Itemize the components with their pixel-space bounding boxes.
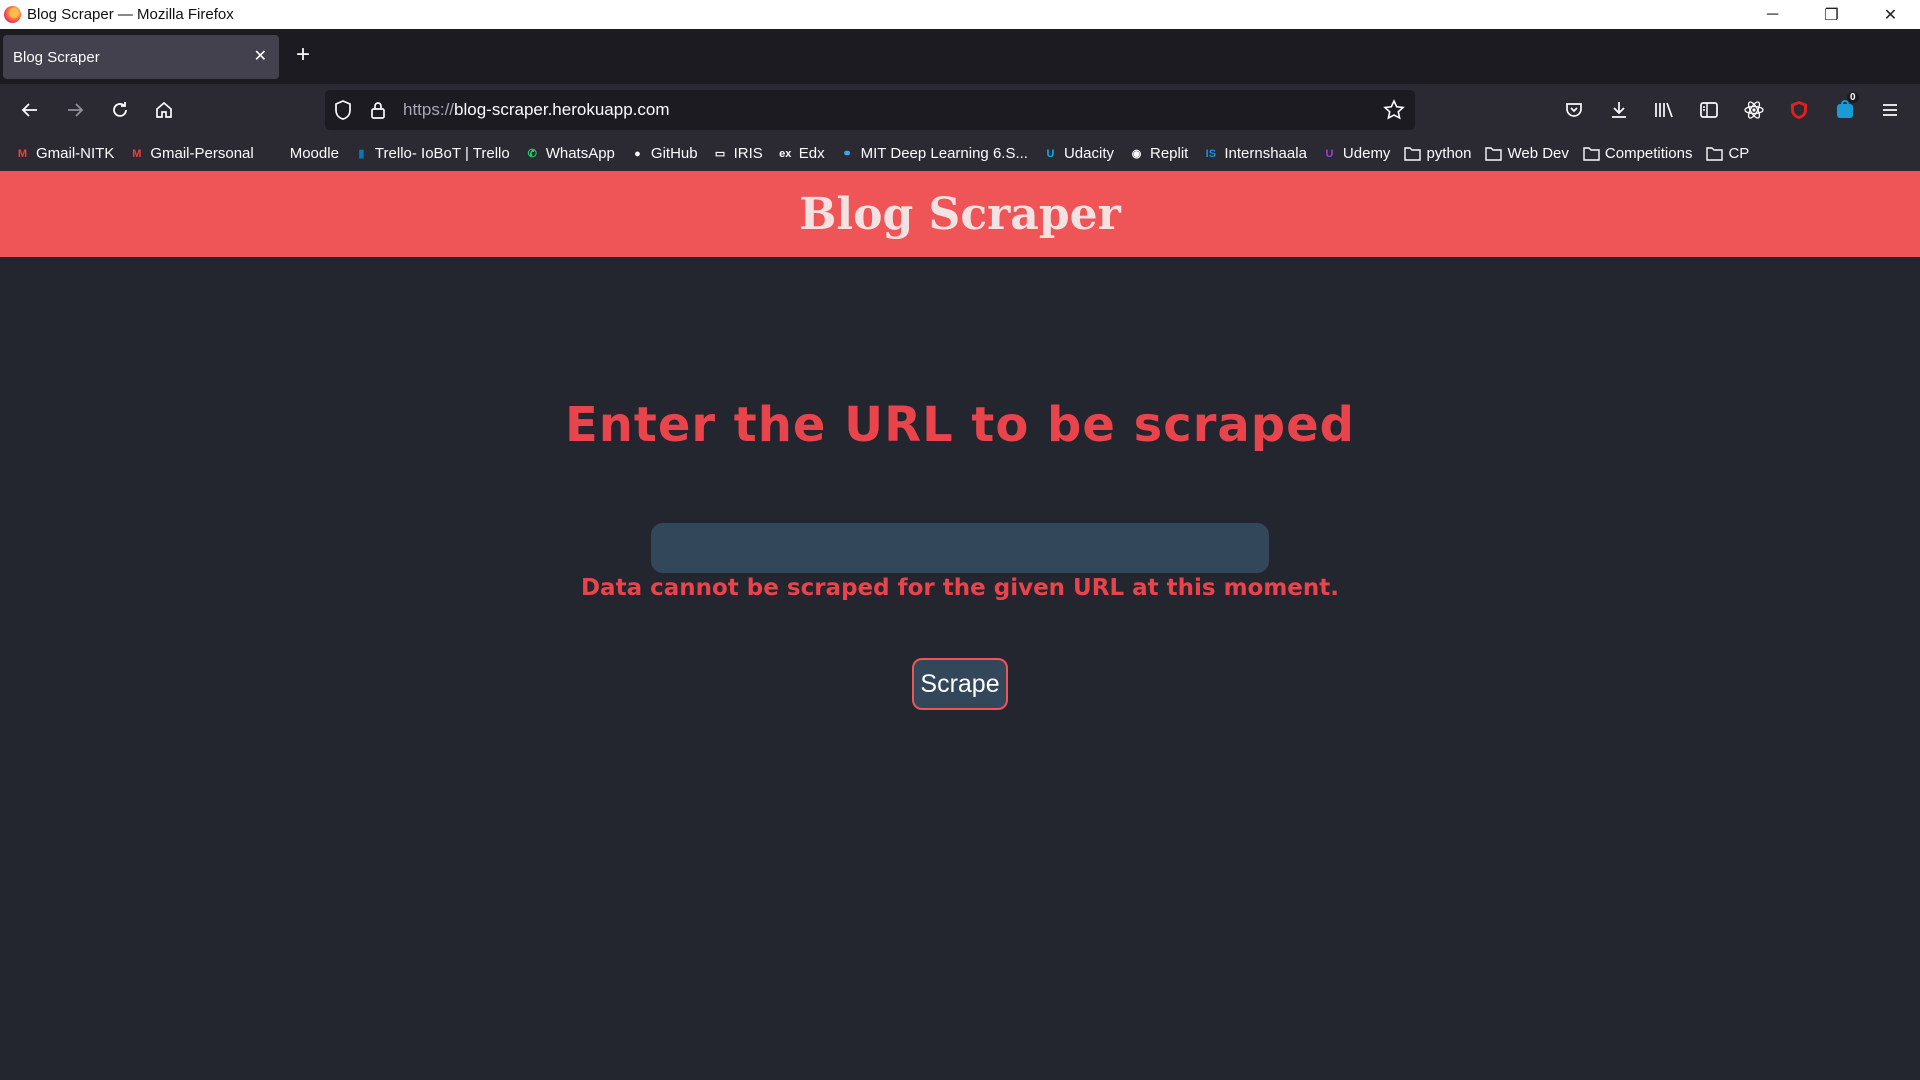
react-devtools-icon[interactable] [1742, 98, 1766, 122]
moodle-icon [268, 145, 285, 162]
firefox-logo-icon [4, 6, 21, 23]
tab-blog-scraper[interactable]: Blog Scraper ✕ [3, 35, 279, 79]
bookmark-star-icon[interactable] [1383, 99, 1405, 126]
folder-icon [1706, 145, 1724, 162]
window-title: Blog Scraper — Mozilla Firefox [27, 6, 234, 23]
tab-label: Blog Scraper [13, 48, 100, 66]
trello-icon: ▮ [358, 148, 365, 160]
main-content: Enter the URL to be scraped Data cannot … [0, 257, 1920, 1080]
bookmark-gmail-nitk[interactable]: M Gmail-NITK [14, 145, 114, 162]
minimize-button[interactable]: ─ [1743, 0, 1802, 29]
bookmark-whatsapp[interactable]: ✆ WhatsApp [524, 145, 615, 162]
bookmark-mit-deep-learning-6-s[interactable]: ⚭ MIT Deep Learning 6.S... [839, 145, 1028, 162]
back-icon[interactable] [18, 98, 42, 122]
bookmark-trello-iobot-trello[interactable]: ▮ Trello- IoBoT | Trello [353, 145, 510, 162]
error-message: Data cannot be scraped for the given URL… [580, 575, 1340, 601]
folder-icon [1583, 145, 1600, 162]
bookmark-label: Edx [798, 145, 825, 162]
udacity-icon: U [1046, 147, 1055, 160]
bookmark-label: python [1426, 145, 1472, 162]
bookmark-label: Competitions [1604, 145, 1693, 162]
new-tab-button[interactable]: + [296, 43, 310, 67]
notification-extension-icon[interactable]: 0 [1833, 92, 1859, 122]
reload-icon[interactable] [108, 98, 132, 122]
bookmark-label: CP [1728, 145, 1750, 162]
bookmarks-toolbar: M Gmail-NITK M Gmail-Personal Moodle ▮ Trello-… [0, 136, 1920, 171]
bookmark-label: Web Dev [1507, 145, 1569, 162]
bookmark-label: Moodle [289, 145, 339, 162]
bookmark-label: IRIS [733, 145, 763, 162]
sidebar-icon[interactable] [1697, 98, 1721, 122]
tab-close-icon[interactable]: ✕ [254, 46, 267, 66]
restore-button[interactable]: ❐ [1802, 0, 1861, 29]
page-heading: Enter the URL to be scraped [564, 397, 1356, 453]
bookmark-label: Udacity [1063, 145, 1114, 162]
bookmark-github[interactable]: ● GitHub [629, 145, 698, 162]
forward-icon[interactable] [63, 98, 87, 122]
iris-icon: ▭ [714, 148, 726, 160]
github-icon: ● [634, 147, 641, 160]
url-input[interactable] [651, 523, 1269, 573]
menu-icon[interactable] [1878, 98, 1902, 122]
address-bar[interactable]: https://blog-scraper.herokuapp.com [325, 90, 1415, 130]
tracking-protection-shield-icon[interactable] [333, 99, 353, 126]
url-text[interactable]: https://blog-scraper.herokuapp.com [403, 100, 670, 120]
bookmark-label: MIT Deep Learning 6.S... [860, 145, 1028, 162]
bookmark-competitions[interactable]: Competitions [1583, 145, 1693, 162]
edx-icon: ex [779, 147, 792, 160]
bookmark-internshaala[interactable]: IS Internshaala [1202, 145, 1307, 162]
bookmark-python[interactable]: python [1404, 145, 1471, 162]
gmail-icon: M [132, 147, 142, 160]
tab-strip: Blog Scraper ✕ + [0, 29, 1920, 84]
bookmark-replit[interactable]: ◉ Replit [1128, 145, 1189, 162]
bookmark-udemy[interactable]: U Udemy [1321, 145, 1391, 162]
bookmark-udacity[interactable]: U Udacity [1042, 145, 1114, 162]
bookmark-label: Gmail-NITK [36, 145, 115, 162]
bookmark-edx[interactable]: ex Edx [777, 145, 825, 162]
navigation-toolbar: https://blog-scraper.herokuapp.com 0 [0, 84, 1920, 136]
whatsapp-icon: ✆ [527, 148, 537, 160]
close-window-button[interactable]: ✕ [1861, 0, 1920, 29]
internshaala-icon: IS [1205, 147, 1217, 160]
folder-icon [1404, 145, 1422, 162]
mit-icon: ⚭ [842, 148, 852, 160]
pocket-icon[interactable] [1562, 98, 1586, 122]
bookmark-cp[interactable]: CP [1706, 145, 1749, 162]
bookmark-moodle[interactable]: Moodle [268, 145, 339, 162]
gmail-icon: M [17, 147, 28, 160]
notification-badge: 0 [1847, 92, 1859, 103]
replit-icon: ◉ [1131, 148, 1142, 160]
bookmark-gmail-personal[interactable]: M Gmail-Personal [128, 145, 253, 162]
scrape-button[interactable]: Scrape [912, 658, 1008, 710]
downloads-icon[interactable] [1607, 98, 1631, 122]
bookmark-web-dev[interactable]: Web Dev [1485, 145, 1569, 162]
udemy-icon: U [1325, 147, 1334, 160]
bookmark-label: WhatsApp [545, 145, 615, 162]
window-titlebar: Blog Scraper — Mozilla Firefox ─ ❐ ✕ [0, 0, 1920, 29]
library-icon[interactable] [1652, 98, 1676, 122]
window-controls: ─ ❐ ✕ [1743, 0, 1920, 29]
url-host: blog-scraper.herokuapp.com [454, 100, 670, 119]
bookmark-label: Trello- IoBoT | Trello [374, 145, 510, 162]
bookmark-label: GitHub [650, 145, 698, 162]
home-icon[interactable] [152, 98, 176, 122]
url-protocol: https:// [403, 100, 455, 119]
site-title: Blog Scraper [799, 188, 1121, 240]
bookmark-label: Internshaala [1224, 145, 1307, 162]
folder-icon [1485, 145, 1503, 162]
ublock-shield-icon[interactable] [1787, 98, 1811, 122]
site-header: Blog Scraper [0, 171, 1920, 257]
bookmark-iris[interactable]: ▭ IRIS [712, 145, 763, 162]
bookmark-label: Replit [1150, 145, 1189, 162]
bookmark-label: Gmail-Personal [150, 145, 254, 162]
bookmark-label: Udemy [1342, 145, 1391, 162]
lock-icon[interactable] [369, 99, 387, 126]
